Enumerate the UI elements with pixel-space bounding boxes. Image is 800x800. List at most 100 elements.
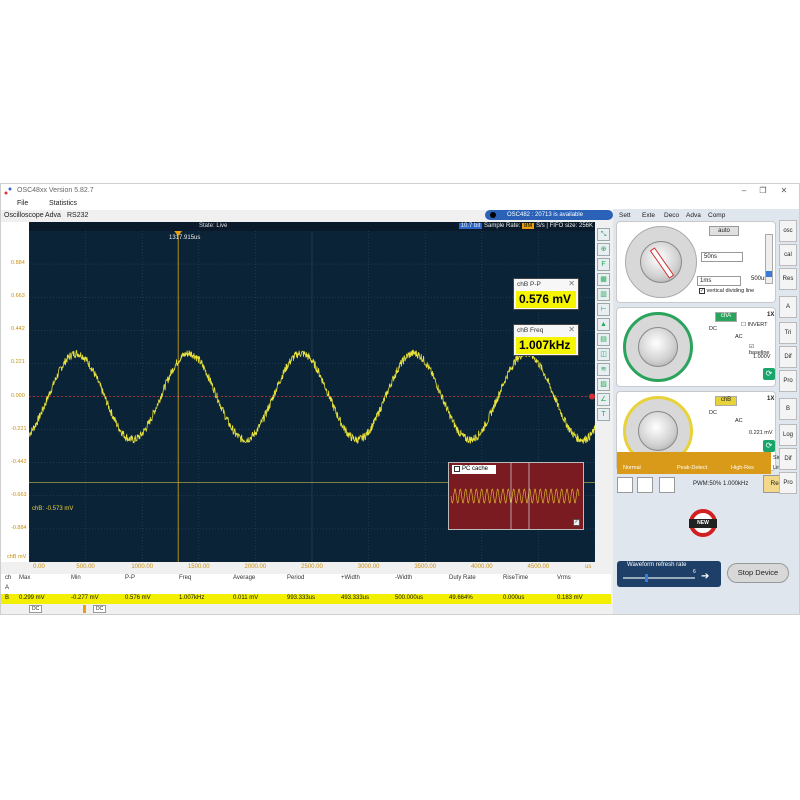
col-freq: Freq bbox=[179, 575, 192, 581]
scope-tool-icon[interactable]: F bbox=[597, 258, 610, 271]
invert-toggle[interactable]: ☐ INVERT bbox=[741, 322, 768, 328]
scope-tool-icon[interactable]: ≋ bbox=[597, 363, 610, 376]
mode-peak[interactable]: Peak-Detect bbox=[677, 465, 707, 471]
timebase-select[interactable]: 50ns bbox=[701, 252, 743, 262]
checkbox-icon[interactable]: ✓ bbox=[699, 288, 705, 294]
scope-tool-icon[interactable]: ▤ bbox=[597, 333, 610, 346]
tab-comp[interactable]: Comp bbox=[708, 212, 725, 219]
refresh-icon[interactable]: ⟳ bbox=[763, 368, 775, 380]
tab-exte[interactable]: Exte bbox=[642, 212, 655, 219]
side-button[interactable]: Dif bbox=[779, 346, 797, 368]
minimize-icon[interactable]: – bbox=[739, 186, 749, 196]
gear-icon[interactable] bbox=[637, 477, 653, 493]
cha-ac-option[interactable]: AC bbox=[735, 334, 743, 340]
side-button[interactable]: Pro bbox=[779, 472, 797, 494]
cha-dc-option[interactable]: DC bbox=[709, 326, 717, 332]
refresh-slider-thumb[interactable] bbox=[645, 574, 648, 582]
invert-label: INVERT bbox=[747, 322, 768, 328]
new-badge-text: NEW bbox=[689, 519, 717, 528]
pp-measure-box[interactable]: chB P-P ✕ 0.576 mV bbox=[513, 278, 579, 310]
close-icon[interactable]: ✕ bbox=[568, 279, 575, 288]
record-icon bbox=[490, 212, 496, 218]
scope-tool-icon[interactable]: ⊢ bbox=[597, 303, 610, 316]
side-button[interactable]: Pro bbox=[779, 370, 797, 392]
time-select[interactable]: 1ms bbox=[697, 276, 741, 286]
cha-knob[interactable] bbox=[638, 327, 678, 367]
y-tick-label: 0.221 bbox=[11, 359, 25, 366]
refresh-icon[interactable]: ⟳ bbox=[763, 440, 775, 452]
side-button[interactable]: Tri bbox=[779, 322, 797, 344]
tab-oscilloscope[interactable]: Oscilloscope bbox=[4, 212, 44, 219]
col-risetime: RiseTime bbox=[503, 575, 529, 581]
side-button[interactable]: B bbox=[779, 398, 797, 420]
col-max: Max bbox=[19, 575, 31, 581]
mode-normal[interactable]: Normal bbox=[623, 465, 641, 471]
cell-risetime: 0.000us bbox=[503, 595, 525, 601]
scope-tool-icon[interactable]: ▥ bbox=[597, 288, 610, 301]
side-button[interactable]: A bbox=[779, 296, 797, 318]
side-button[interactable]: Log bbox=[779, 424, 797, 446]
freq-measure-box[interactable]: chB Freq ✕ 1.007kHz bbox=[513, 324, 579, 356]
stop-device-button[interactable]: Stop Device bbox=[727, 563, 789, 583]
bars-icon[interactable] bbox=[617, 477, 633, 493]
chb-knob[interactable] bbox=[638, 411, 678, 451]
side-button[interactable]: osc bbox=[779, 220, 797, 242]
scope-tool-icon[interactable]: ◫ bbox=[597, 348, 610, 361]
cha-probe[interactable]: 1X bbox=[767, 312, 774, 318]
tab-deco[interactable]: Deco bbox=[664, 212, 679, 219]
table-row[interactable]: B 0.299 mV -0.277 mV 0.576 mV 1.007kHz 0… bbox=[1, 594, 611, 604]
tab-adva[interactable]: Adva bbox=[686, 212, 701, 219]
cell-max: 0.299 mV bbox=[19, 595, 45, 601]
timebase-dial[interactable] bbox=[625, 226, 697, 298]
chb-ac-option[interactable]: AC bbox=[735, 418, 743, 424]
chb-dc-option[interactable]: DC bbox=[709, 410, 717, 416]
cell-pwidth: 493.333us bbox=[341, 595, 370, 601]
refresh-rate-slider[interactable] bbox=[623, 577, 695, 579]
maximize-icon[interactable]: ❐ bbox=[758, 186, 768, 196]
scope-tool-icon[interactable]: ▲ bbox=[597, 318, 610, 331]
sample-rate-value[interactable]: 8M bbox=[522, 223, 535, 229]
pc-cache-panel[interactable]: PC cache ✓ bbox=[448, 462, 584, 530]
dc-coupling-b[interactable]: DC bbox=[93, 605, 107, 613]
side-button[interactable]: Res bbox=[779, 268, 797, 290]
scope-tool-icon[interactable]: ⤡ bbox=[597, 228, 610, 241]
sample-rate-label: Sample Rate: bbox=[484, 223, 521, 229]
auto-button[interactable]: auto bbox=[709, 226, 739, 236]
fifo-size: FIFO size: 256K bbox=[549, 223, 593, 229]
vdiv-label: vertical dividing line bbox=[706, 288, 755, 294]
timebase-knob[interactable] bbox=[640, 241, 682, 283]
timebase-slider[interactable] bbox=[765, 234, 773, 284]
scope-tool-icon[interactable]: T bbox=[597, 408, 610, 421]
new-update-badge[interactable]: NEW bbox=[689, 509, 717, 537]
scope-tool-icon[interactable]: ∠ bbox=[597, 393, 610, 406]
tab-rs232[interactable]: RS232 bbox=[67, 212, 88, 219]
tab-sett[interactable]: Sett bbox=[619, 212, 631, 219]
menu-statistics[interactable]: Statistics bbox=[49, 200, 77, 207]
timebase-card: auto 50ns 1ms 500us ✓ vertical dividing … bbox=[616, 221, 776, 303]
spectrum-icon[interactable] bbox=[659, 477, 675, 493]
cha-volt-dial[interactable] bbox=[623, 312, 693, 382]
scope-tool-icon[interactable]: ▨ bbox=[597, 378, 610, 391]
scope-display[interactable]: State: Live 10.7 bit Sample Rate: 8M S/s… bbox=[29, 222, 595, 562]
scope-tool-icon[interactable]: ▦ bbox=[597, 273, 610, 286]
dc-coupling-a[interactable]: DC bbox=[29, 605, 43, 613]
slider-thumb[interactable] bbox=[766, 271, 772, 277]
scope-tool-icon[interactable]: ⊕ bbox=[597, 243, 610, 256]
check-icon[interactable]: ✓ bbox=[573, 519, 580, 526]
side-button[interactable]: cal bbox=[779, 244, 797, 266]
chb-toggle[interactable]: chB bbox=[715, 396, 737, 406]
title-bar: OSC48xx Version 5.82.7 – ❐ ✕ bbox=[1, 184, 799, 199]
chb-probe[interactable]: 1X bbox=[767, 396, 774, 402]
x-tick-label: 2000.00 bbox=[244, 564, 267, 570]
menu-file[interactable]: File bbox=[17, 200, 28, 207]
refresh-rate-value: 6 bbox=[693, 569, 696, 575]
measurement-table-header: ch Max Min P-P Freq Average Period +Widt… bbox=[1, 574, 611, 594]
vertical-divider-toggle[interactable]: ✓ vertical dividing line bbox=[699, 288, 754, 294]
mode-highres[interactable]: High-Res bbox=[731, 465, 754, 471]
cha-toggle[interactable]: chA bbox=[715, 312, 737, 322]
y-tick-label: -0.442 bbox=[11, 458, 27, 465]
close-icon[interactable]: ✕ bbox=[779, 186, 789, 196]
tab-adva[interactable]: Adva bbox=[45, 212, 61, 219]
side-button[interactable]: Dif bbox=[779, 448, 797, 470]
close-icon[interactable]: ✕ bbox=[568, 325, 575, 334]
